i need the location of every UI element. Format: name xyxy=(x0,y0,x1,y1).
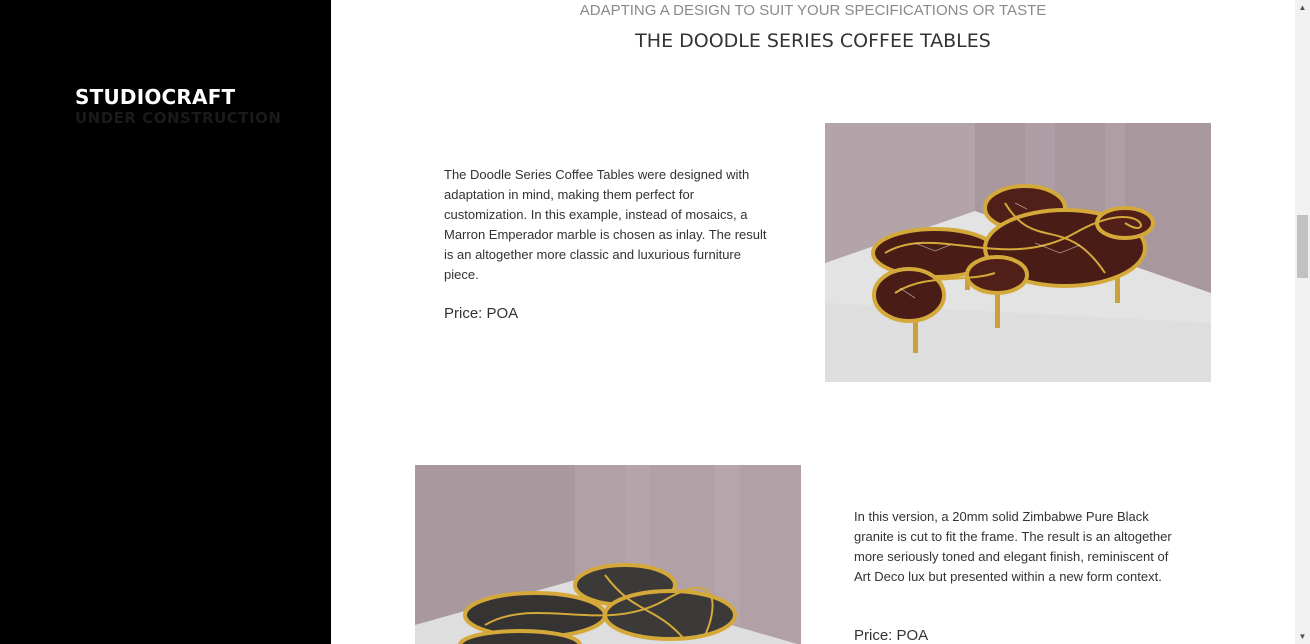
main-content: ADAPTING A DESIGN TO SUIT YOUR SPECIFICA… xyxy=(331,0,1295,644)
page-title: THE DOODLE SERIES COFFEE TABLES xyxy=(635,30,991,52)
item-description: The Doodle Series Coffee Tables were des… xyxy=(444,167,767,282)
page-scrollbar[interactable]: ▲ ▼ xyxy=(1295,0,1310,644)
item-price: Price: POA xyxy=(444,305,519,322)
scroll-thumb[interactable] xyxy=(1297,215,1308,278)
item-price: Price: POA xyxy=(854,627,929,644)
site-logo[interactable]: STUDIOCRAFT xyxy=(75,85,235,109)
marble-coffee-table-image xyxy=(825,123,1211,382)
scroll-up-icon[interactable]: ▲ xyxy=(1295,0,1310,15)
site-tagline: UNDER CONSTRUCTION xyxy=(75,109,282,127)
granite-coffee-table-image xyxy=(415,465,801,644)
item-description: In this version, a 20mm solid Zimbabwe P… xyxy=(854,509,1172,584)
page: STUDIOCRAFT UNDER CONSTRUCTION ADAPTING … xyxy=(0,0,1310,644)
section-kicker: ADAPTING A DESIGN TO SUIT YOUR SPECIFICA… xyxy=(579,2,1047,19)
sidebar: STUDIOCRAFT UNDER CONSTRUCTION xyxy=(0,0,331,644)
scroll-down-icon[interactable]: ▼ xyxy=(1295,629,1310,644)
